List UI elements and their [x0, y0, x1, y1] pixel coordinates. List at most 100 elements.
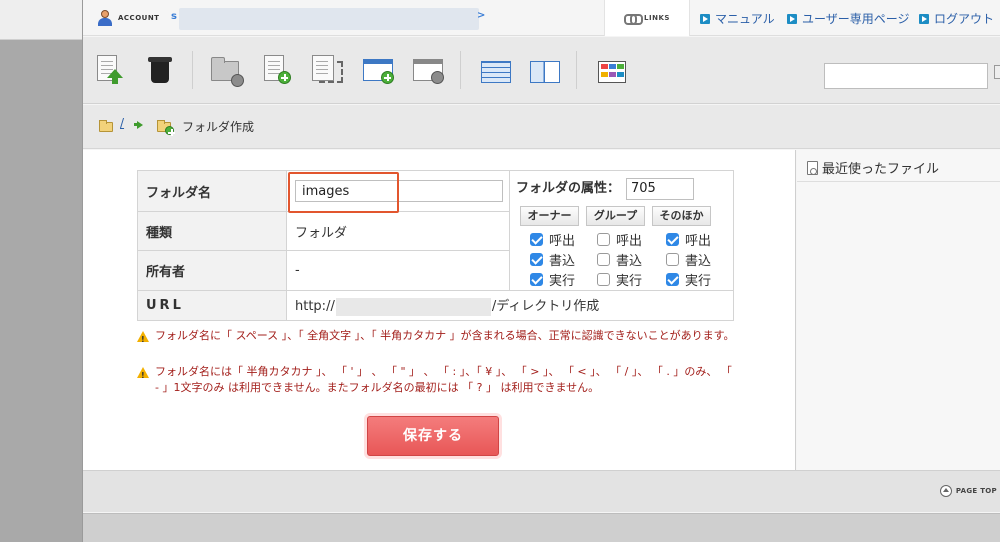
thumbnail-view-icon	[598, 61, 626, 83]
upload-button[interactable]	[95, 51, 129, 87]
warning-text-2: フォルダ名には「 半角カタカナ 」、 「 ' 」 、 「 " 」 、 「 : 」…	[155, 365, 732, 394]
other-permissions: 呼出 書込 実行	[666, 229, 711, 289]
split-view-icon	[530, 61, 560, 83]
account-label: ACCOUNT	[118, 14, 160, 22]
arrow-square-icon	[787, 13, 797, 24]
file-manager-window: ACCOUNT s > LINKS マニュアル ユーザー専用ページ ログアウト	[82, 0, 1000, 542]
account-prefix: s	[171, 11, 177, 22]
user-page-link[interactable]: ユーザー専用ページ	[787, 10, 910, 27]
copy-button[interactable]	[311, 51, 345, 87]
page-top-link[interactable]: PAGE TOP	[939, 485, 997, 497]
arrow-square-icon	[919, 13, 929, 24]
rename-button[interactable]	[361, 51, 395, 87]
refresh-green-icon	[381, 71, 394, 84]
write-label: 書込	[616, 253, 643, 269]
group-header: グループ	[586, 206, 645, 226]
warning-icon	[137, 367, 149, 384]
read-label: 呼出	[685, 233, 712, 249]
breadcrumb-root-link[interactable]: /	[120, 116, 124, 130]
warning-note-1: フォルダ名に「 スペース 」、「 全角文字 」、「 半角カタカナ 」が含まれる場…	[137, 328, 737, 348]
save-button[interactable]: 保存する	[367, 416, 499, 456]
permission-headers: オーナー グループ そのほか	[520, 206, 711, 226]
arrow-right-icon	[137, 121, 143, 129]
read-label: 呼出	[616, 233, 643, 249]
recent-files-header[interactable]: 最近使ったファイル	[807, 158, 939, 177]
owner-write-checkbox[interactable]	[530, 252, 543, 266]
attributes-cell: フォルダの属性： オーナー グループ そのほか 呼出 書込 実行 呼出 書込	[509, 170, 734, 291]
links-button[interactable]: LINKS	[604, 0, 690, 36]
write-label: 書込	[549, 253, 576, 269]
folder-open-icon	[99, 120, 113, 132]
owner-label: 所有者	[137, 250, 287, 291]
breadcrumb-current: フォルダ作成	[182, 120, 255, 134]
read-label: 呼出	[549, 233, 576, 249]
new-folder-button[interactable]	[210, 51, 244, 87]
folder-name-label: フォルダ名	[137, 170, 287, 212]
url-redacted	[335, 297, 491, 316]
add-green-icon	[278, 71, 291, 84]
url-suffix: /ディレクトリ作成	[491, 299, 600, 315]
other-exec-checkbox[interactable]	[666, 272, 679, 286]
new-file-button[interactable]	[263, 51, 297, 87]
other-header: そのほか	[652, 206, 711, 226]
lock-badge-icon	[431, 71, 444, 84]
owner-header: オーナー	[520, 206, 579, 226]
warning-text-1: フォルダ名に「 スペース 」、「 全角文字 」、「 半角カタカナ 」が含まれる場…	[155, 329, 735, 342]
folder-attributes-label: フォルダの属性：	[516, 181, 621, 196]
owner-permissions: 呼出 書込 実行	[530, 229, 575, 289]
recent-file-icon	[807, 160, 818, 175]
delete-button[interactable]	[147, 51, 181, 87]
toolbar-separator	[576, 51, 577, 89]
owner-exec-checkbox[interactable]	[530, 272, 543, 286]
logout-label: ログアウト	[934, 12, 995, 26]
folder-name-cell	[286, 170, 510, 212]
owner-value: -	[286, 250, 510, 291]
search-input[interactable]	[824, 63, 988, 89]
footer: PAGE TOP	[83, 470, 1000, 512]
account-link[interactable]: ACCOUNT	[97, 9, 159, 27]
group-read-checkbox[interactable]	[597, 232, 610, 246]
account-name-redacted	[179, 8, 479, 30]
recent-files-label: 最近使ったファイル	[822, 162, 940, 177]
list-view-icon	[481, 61, 511, 83]
permission-button[interactable]	[411, 51, 445, 87]
thumbnail-view-button[interactable]	[595, 51, 629, 87]
sidebar-divider	[797, 181, 1000, 182]
manual-link[interactable]: マニュアル	[700, 10, 775, 27]
type-label: 種類	[137, 211, 287, 251]
warning-icon	[137, 331, 149, 348]
exec-label: 実行	[616, 273, 643, 289]
folder-name-input[interactable]	[295, 180, 503, 202]
left-background-strip	[0, 0, 82, 542]
toolbar	[83, 37, 1000, 104]
top-bar: ACCOUNT s > LINKS マニュアル ユーザー専用ページ ログアウト	[83, 0, 1000, 36]
url-prefix: http://	[295, 299, 335, 315]
group-write-checkbox[interactable]	[597, 252, 610, 266]
user-icon	[97, 10, 113, 26]
warning-note-2: フォルダ名には「 半角カタカナ 」、 「 ' 」 、 「 " 」 、 「 : 」…	[137, 364, 737, 396]
plus-badge-icon	[231, 74, 244, 87]
toolbar-separator	[192, 51, 193, 89]
type-value: フォルダ	[286, 211, 510, 251]
list-view-button[interactable]	[479, 51, 513, 87]
owner-read-checkbox[interactable]	[530, 232, 543, 246]
logout-link[interactable]: ログアウト	[919, 10, 994, 27]
page-top-label: PAGE TOP	[955, 487, 997, 495]
write-label: 書込	[685, 253, 712, 269]
manual-label: マニュアル	[715, 12, 775, 26]
exec-label: 実行	[685, 273, 712, 289]
permission-value-input[interactable]	[626, 177, 695, 200]
folder-form-table: フォルダ名 フォルダの属性： オーナー グループ そのほか 呼出 書込 実行	[137, 170, 734, 321]
other-read-checkbox[interactable]	[666, 232, 679, 246]
links-label: LINKS	[644, 14, 670, 22]
trash-icon	[148, 57, 172, 83]
split-view-button[interactable]	[528, 51, 562, 87]
other-write-checkbox[interactable]	[666, 252, 679, 266]
url-label: URL	[137, 290, 287, 321]
search-button[interactable]	[994, 65, 1000, 79]
chain-link-icon	[624, 14, 644, 25]
sidebar: 最近使ったファイル	[797, 150, 1000, 470]
user-page-label: ユーザー専用ページ	[802, 12, 910, 26]
group-exec-checkbox[interactable]	[597, 272, 610, 286]
exec-label: 実行	[549, 273, 576, 289]
